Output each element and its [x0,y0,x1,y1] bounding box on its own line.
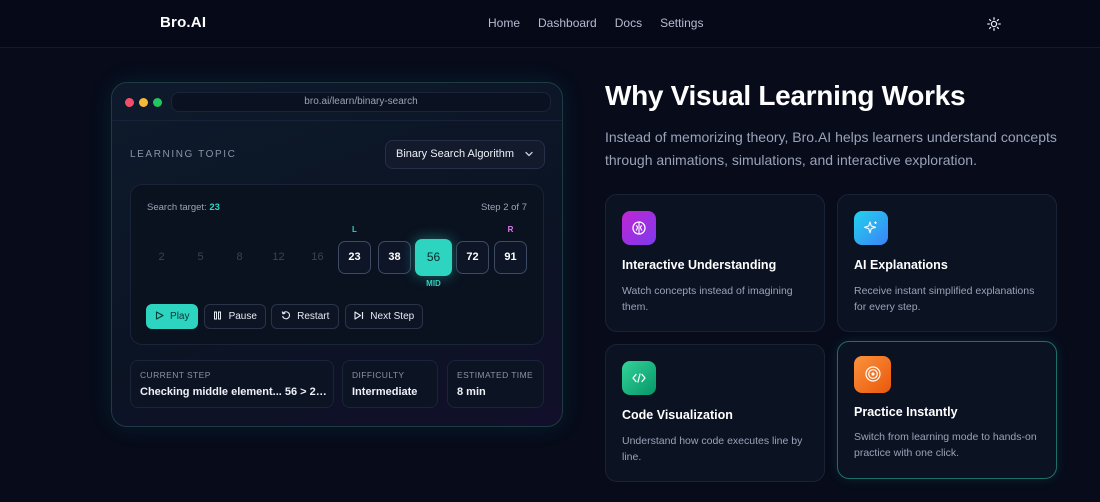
target-icon [854,356,891,393]
step-counter: Step 2 of 7 [481,202,527,213]
restart-icon [281,311,294,321]
section-title: Why Visual Learning Works [605,80,966,111]
nav-link-docs[interactable]: Docs [615,16,642,30]
estimated-time-value: 8 min [457,386,486,398]
nav-link-settings[interactable]: Settings [660,16,703,30]
sun-icon[interactable] [985,15,1003,33]
mid-pointer-label: MID [426,279,441,288]
pause-button[interactable]: Pause [204,304,266,329]
feature-description: Watch concepts instead of imagining them… [622,285,793,313]
restart-button[interactable]: Restart [271,304,339,329]
feature-title: Interactive Understanding [622,258,777,272]
feature-card-ai-explanations[interactable]: AI Explanations Receive instant simplifi… [837,194,1057,332]
array-cell: 16 [311,251,324,263]
feature-description: Receive instant simplified explanations … [854,285,1035,313]
left-pointer-label: L [352,225,357,234]
array-cell: 72 [456,241,489,274]
pause-label: Pause [228,311,257,322]
feature-title: Practice Instantly [854,405,958,419]
skip-forward-icon [354,311,367,321]
search-target-value: 23 [209,202,220,213]
array-cell-left: 23 [338,241,371,274]
current-step-label: CURRENT STEP [140,370,211,380]
top-navbar: Bro.AI Home Dashboard Docs Settings [0,0,1100,48]
feature-description: Understand how code executes line by lin… [622,435,803,463]
next-step-button[interactable]: Next Step [345,304,423,329]
pause-icon [213,311,225,321]
difficulty-label: DIFFICULTY [352,370,405,380]
array-cell-mid: 56 [415,239,452,276]
brand-logo[interactable]: Bro.AI [160,14,206,31]
feature-title: AI Explanations [854,258,948,272]
learning-topic-label: LEARNING TOPIC [130,149,237,160]
nav-link-home[interactable]: Home [488,16,520,30]
play-icon [155,311,167,321]
section-subtitle: Instead of memorizing theory, Bro.AI hel… [605,129,1057,168]
sparkles-icon [854,211,888,245]
next-step-label: Next Step [370,311,415,322]
estimated-time-label: ESTIMATED TIME [457,370,534,380]
restart-label: Restart [297,311,330,322]
difficulty-value: Intermediate [352,386,418,398]
code-icon [622,361,656,395]
chevron-down-icon [524,141,534,168]
feature-title: Code Visualization [622,408,733,422]
search-target: Search target: 23 [147,202,220,213]
array-cell: 12 [272,251,285,263]
window-maximize-dot [153,98,162,107]
feature-card-practice[interactable]: Practice Instantly Switch from learning … [837,341,1057,479]
brain-icon [622,211,656,245]
estimated-time-box: ESTIMATED TIME 8 min [447,360,544,408]
feature-description: Switch from learning mode to hands-on pr… [854,431,1037,459]
array-cell: 8 [236,251,243,263]
feature-card-interactive[interactable]: Interactive Understanding Watch concepts… [605,194,825,332]
difficulty-box: DIFFICULTY Intermediate [342,360,438,408]
right-pointer-label: R [507,225,514,234]
play-label: Play [170,311,190,322]
window-titlebar: bro.ai/learn/binary-search [112,83,562,121]
play-button[interactable]: Play [146,304,198,329]
array-cell: 38 [378,241,411,274]
search-target-label: Search target: [147,202,207,213]
array-cell-right: 91 [494,241,527,274]
array-visualization-panel: Search target: 23 Step 2 of 7 L R 2 5 8 … [130,184,544,345]
topic-select-value: Binary Search Algorithm [396,148,514,160]
window-minimize-dot [139,98,148,107]
current-step-box: CURRENT STEP Checking middle element... … [130,360,334,408]
window-close-dot [125,98,134,107]
current-step-value: Checking middle element... 56 > 23... [140,386,328,398]
array-cell: 2 [158,251,165,263]
nav-links: Home Dashboard Docs Settings [488,16,703,30]
array-cell: 5 [197,251,204,263]
binary-search-demo-card: bro.ai/learn/binary-search LEARNING TOPI… [111,82,563,427]
topic-select[interactable]: Binary Search Algorithm [385,140,545,169]
feature-card-code-visualization[interactable]: Code Visualization Understand how code e… [605,344,825,482]
nav-link-dashboard[interactable]: Dashboard [538,16,597,30]
url-bar: bro.ai/learn/binary-search [171,92,551,112]
